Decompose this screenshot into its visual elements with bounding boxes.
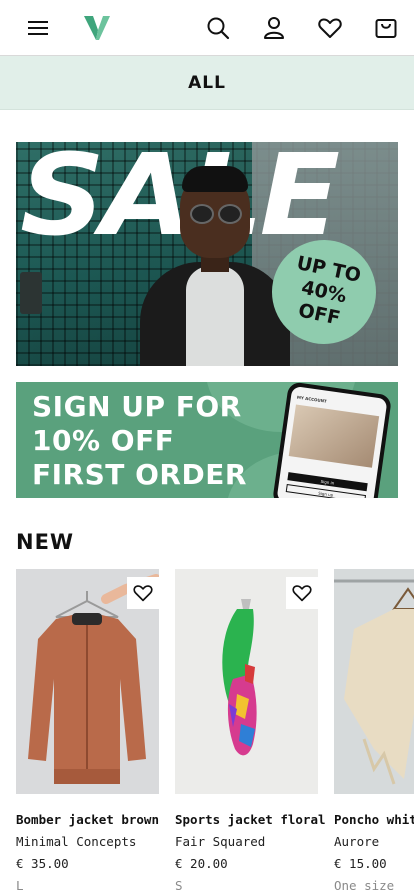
category-label: ALL <box>188 72 226 93</box>
search-icon[interactable] <box>204 14 232 42</box>
account-icon[interactable] <box>260 14 288 42</box>
product-carousel[interactable]: Bomber jacket brown Minimal Concepts € 3… <box>16 569 414 896</box>
model-hair <box>182 166 248 192</box>
product-card[interactable]: Poncho white Aurore € 15.00 One size <box>334 569 414 893</box>
menu-icon[interactable] <box>24 14 52 42</box>
product-name: Sports jacket floral <box>175 812 326 827</box>
phone-screen: MY ACCOUNT Sign in Sign up <box>276 385 388 498</box>
product-name: Poncho white <box>334 812 414 827</box>
product-brand: Fair Squared <box>175 834 266 849</box>
section-title-new: NEW <box>16 530 75 554</box>
signup-line-2: 10% OFF <box>32 424 175 457</box>
sale-banner[interactable]: SALE UP TO 40% OFF <box>16 142 398 366</box>
product-size: S <box>175 878 183 893</box>
signup-headline: SIGN UP FOR 10% OFF FIRST ORDER <box>32 390 282 492</box>
product-card[interactable]: Bomber jacket brown Minimal Concepts € 3… <box>16 569 159 893</box>
heart-icon <box>133 585 153 602</box>
product-name: Bomber jacket brown <box>16 812 159 827</box>
heart-icon[interactable] <box>316 14 344 42</box>
wishlist-button[interactable] <box>127 577 159 609</box>
wishlist-button[interactable] <box>286 577 318 609</box>
heart-icon <box>292 585 312 602</box>
product-price: € 20.00 <box>175 856 228 871</box>
signup-line-1: SIGN UP FOR <box>32 390 242 423</box>
phone-mockup: MY ACCOUNT Sign in Sign up <box>271 382 393 498</box>
top-navigation-bar <box>0 0 414 56</box>
product-price: € 35.00 <box>16 856 69 871</box>
category-filter-all[interactable]: ALL <box>0 56 414 110</box>
product-size: One size <box>334 878 395 893</box>
bag-icon[interactable] <box>372 14 400 42</box>
sunglasses-right <box>218 204 242 224</box>
logo[interactable] <box>84 16 110 40</box>
product-image[interactable] <box>334 569 414 794</box>
poncho-image <box>334 579 414 785</box>
phone-photo <box>288 404 380 468</box>
model-shirt <box>186 266 244 366</box>
product-size: L <box>16 878 24 893</box>
product-image[interactable] <box>16 569 159 794</box>
product-image[interactable] <box>175 569 318 794</box>
product-price: € 15.00 <box>334 856 387 871</box>
product-card[interactable]: Sports jacket floral Fair Squared € 20.0… <box>175 569 326 893</box>
product-brand: Minimal Concepts <box>16 834 137 849</box>
signup-line-3: FIRST ORDER <box>32 458 247 491</box>
signup-promo-banner[interactable]: SIGN UP FOR 10% OFF FIRST ORDER MY ACCOU… <box>16 382 398 498</box>
sunglasses-left <box>190 204 214 224</box>
phone-header: MY ACCOUNT <box>296 394 328 404</box>
wall-box <box>20 272 42 314</box>
product-brand: Aurore <box>334 834 380 849</box>
sale-headline: SALE <box>20 142 340 261</box>
